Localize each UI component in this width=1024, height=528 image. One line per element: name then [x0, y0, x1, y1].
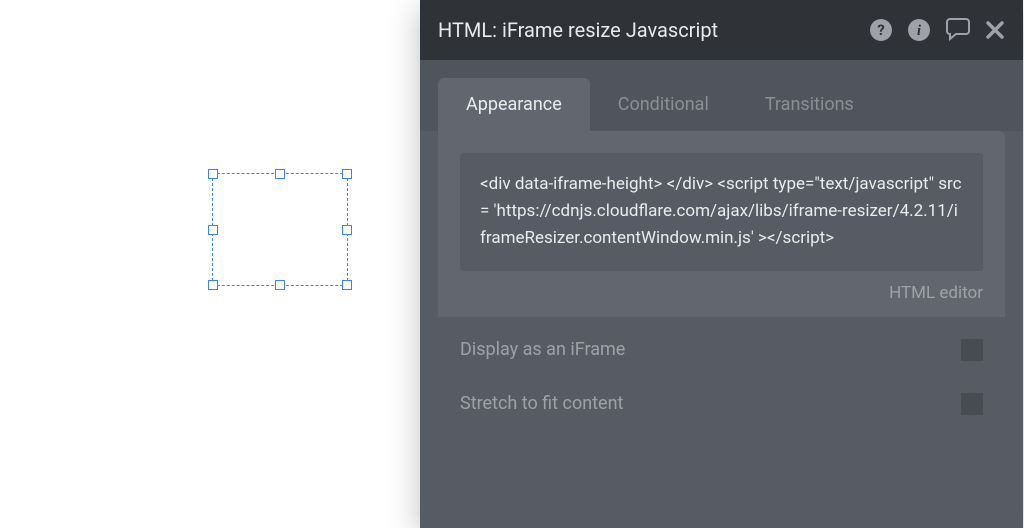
svg-text:?: ?: [877, 21, 884, 39]
panel-title: HTML: iFrame resize Javascript: [438, 18, 718, 42]
panel-header-icons: ? i: [869, 18, 1005, 42]
html-code-input[interactable]: <div data-iframe-height> </div> <script …: [460, 153, 983, 271]
selected-html-element[interactable]: [212, 173, 348, 286]
resize-handle-bottom-left[interactable]: [208, 280, 218, 290]
property-tabs: Appearance Conditional Transitions: [420, 60, 1023, 131]
resize-handle-bottom-center[interactable]: [275, 280, 285, 290]
help-icon[interactable]: ?: [869, 18, 893, 42]
panel-header: HTML: iFrame resize Javascript ? i: [420, 0, 1023, 60]
property-panel: HTML: iFrame resize Javascript ? i Appea…: [420, 0, 1023, 528]
canvas-area[interactable]: [0, 0, 420, 528]
tab-transitions[interactable]: Transitions: [737, 78, 882, 131]
option-display-as-iframe: Display as an iFrame: [420, 323, 1023, 377]
tab-appearance[interactable]: Appearance: [438, 78, 590, 131]
info-icon[interactable]: i: [907, 18, 931, 42]
option-label-display-as-iframe: Display as an iFrame: [460, 339, 625, 360]
resize-handle-bottom-right[interactable]: [342, 280, 352, 290]
checkbox-display-as-iframe[interactable]: [961, 339, 983, 361]
resize-handle-top-center[interactable]: [275, 169, 285, 179]
appearance-options: Display as an iFrame Stretch to fit cont…: [420, 317, 1023, 431]
resize-handle-top-right[interactable]: [342, 169, 352, 179]
resize-handle-top-left[interactable]: [208, 169, 218, 179]
tab-conditional[interactable]: Conditional: [590, 78, 737, 131]
option-stretch-to-fit: Stretch to fit content: [420, 377, 1023, 431]
comment-icon[interactable]: [945, 18, 971, 42]
resize-handle-middle-right[interactable]: [342, 225, 352, 235]
checkbox-stretch-to-fit[interactable]: [961, 393, 983, 415]
option-label-stretch-to-fit: Stretch to fit content: [460, 393, 623, 414]
resize-handle-middle-left[interactable]: [208, 225, 218, 235]
close-icon[interactable]: [985, 20, 1005, 40]
html-editor-link[interactable]: HTML editor: [889, 283, 983, 303]
tab-content-appearance: <div data-iframe-height> </div> <script …: [438, 131, 1005, 317]
